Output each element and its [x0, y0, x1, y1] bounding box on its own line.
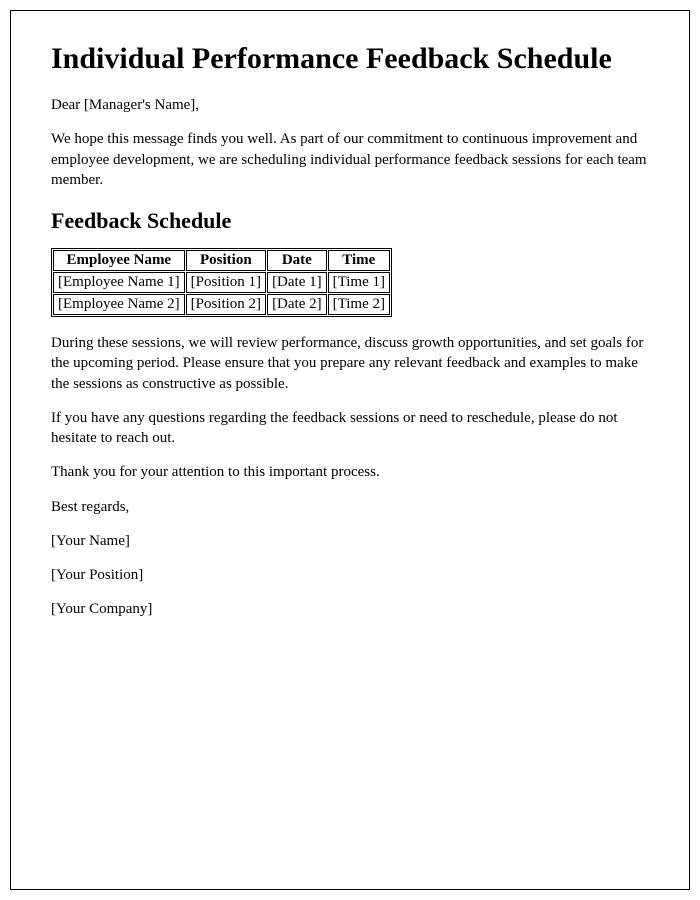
table-row: [Employee Name 2] [Position 2] [Date 2] …	[53, 294, 390, 315]
greeting-line: Dear [Manager's Name],	[51, 95, 649, 115]
cell-employee-name: [Employee Name 2]	[53, 294, 185, 315]
body-paragraph-1: During these sessions, we will review pe…	[51, 333, 649, 394]
feedback-schedule-table: Employee Name Position Date Time [Employ…	[51, 248, 392, 317]
body-paragraph-2: If you have any questions regarding the …	[51, 408, 649, 449]
table-header-row: Employee Name Position Date Time	[53, 250, 390, 271]
table-row: [Employee Name 1] [Position 1] [Date 1] …	[53, 272, 390, 293]
signature-position: [Your Position]	[51, 565, 649, 585]
signature-company: [Your Company]	[51, 599, 649, 619]
intro-paragraph: We hope this message finds you well. As …	[51, 129, 649, 190]
document-frame: Individual Performance Feedback Schedule…	[10, 10, 690, 890]
schedule-heading: Feedback Schedule	[51, 208, 649, 234]
page-container: Individual Performance Feedback Schedule…	[0, 0, 700, 900]
table-header-employee: Employee Name	[53, 250, 185, 271]
cell-position: [Position 2]	[186, 294, 266, 315]
signature-name: [Your Name]	[51, 531, 649, 551]
table-header-position: Position	[186, 250, 266, 271]
cell-date: [Date 2]	[267, 294, 327, 315]
closing-line: Best regards,	[51, 497, 649, 517]
cell-employee-name: [Employee Name 1]	[53, 272, 185, 293]
table-header-date: Date	[267, 250, 327, 271]
thanks-line: Thank you for your attention to this imp…	[51, 462, 649, 482]
cell-time: [Time 2]	[328, 294, 390, 315]
page-title: Individual Performance Feedback Schedule	[51, 41, 649, 77]
cell-position: [Position 1]	[186, 272, 266, 293]
table-header-time: Time	[328, 250, 390, 271]
cell-time: [Time 1]	[328, 272, 390, 293]
cell-date: [Date 1]	[267, 272, 327, 293]
